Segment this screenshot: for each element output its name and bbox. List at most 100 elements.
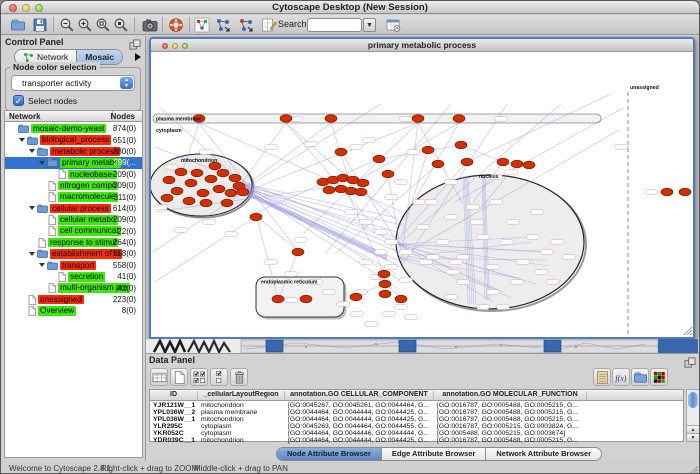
table-row[interactable]: YJR121W__1mitochondrion[GO:0045267, GO:0… — [150, 402, 683, 409]
tree-item-response-to-stimul[interactable]: response to stimul264(0) — [5, 237, 142, 248]
tree-item-cellular-process[interactable]: cellular process614(0) — [5, 203, 142, 214]
tree-item-biological-process[interactable]: biological_process651(0) — [5, 134, 142, 145]
float-panel-icon[interactable] — [129, 37, 141, 48]
network-node[interactable] — [161, 194, 173, 202]
network-node[interactable] — [183, 197, 195, 205]
network-node[interactable] — [300, 295, 312, 303]
disclosure-triangle-icon[interactable] — [39, 263, 45, 267]
table-row[interactable]: YKR052Ccytoplasm[GO:0044464, GO:0044446,… — [150, 430, 683, 437]
function-builder-icon[interactable]: f(x) — [612, 368, 630, 386]
attribute-grid-icon[interactable] — [150, 368, 168, 386]
scroll-down-button[interactable]: ▼ — [687, 433, 699, 441]
column-header[interactable]: annotation.GO CELLULAR_COMPONENT — [285, 391, 434, 400]
table-row[interactable]: YPL036W__1mitochondrion[GO:0044464, GO:0… — [150, 416, 683, 423]
minimize-button[interactable] — [22, 4, 30, 12]
tab-node-attribute-browser[interactable]: Node Attribute Browser — [277, 448, 381, 460]
network-node[interactable] — [523, 161, 535, 169]
network-node[interactable] — [171, 187, 183, 195]
tree-item-establishment-of-lo[interactable]: establishment of lo558(0) — [5, 248, 142, 259]
network-node[interactable] — [225, 189, 237, 197]
layout-selected-icon[interactable] — [237, 16, 255, 34]
save-session-icon[interactable] — [31, 16, 49, 34]
network-node[interactable] — [163, 176, 175, 184]
tree-header-nodes[interactable]: Nodes — [111, 112, 135, 121]
search-input[interactable] — [307, 18, 362, 32]
network-zoom-button[interactable] — [182, 43, 188, 49]
maximize-button[interactable] — [35, 4, 43, 12]
network-node[interactable] — [335, 148, 347, 156]
node-color-dropdown[interactable]: transporter activity ▲▼ — [11, 75, 135, 91]
network-node[interactable] — [197, 189, 209, 197]
import-attributes-icon[interactable] — [631, 368, 649, 386]
tab-overflow-arrow[interactable] — [135, 53, 141, 61]
heatmap-icon[interactable] — [650, 368, 668, 386]
column-header[interactable]: annotation.GO MOLECULAR_FUNCTION — [434, 391, 587, 400]
network-node[interactable] — [237, 188, 249, 196]
network-node[interactable] — [280, 115, 292, 123]
window-resize-grip[interactable] — [684, 327, 692, 335]
network-node[interactable] — [679, 188, 691, 196]
zoom-out-icon[interactable] — [58, 16, 76, 34]
network-node[interactable] — [453, 115, 465, 123]
network-node[interactable] — [455, 141, 467, 149]
snapshot-icon[interactable] — [141, 16, 159, 34]
network-node[interactable] — [175, 168, 187, 176]
network-node[interactable] — [350, 293, 362, 301]
network-node[interactable] — [292, 248, 304, 256]
network-node[interactable] — [213, 185, 225, 193]
column-header[interactable]: _cellularLayoutRegion — [198, 391, 285, 400]
new-network-icon[interactable] — [193, 16, 211, 34]
table-row[interactable]: YDR039C__1mitochondrion[GO:0044464, GO:0… — [150, 437, 683, 444]
tab-edge-attribute-browser[interactable]: Edge Attribute Browser — [381, 448, 485, 460]
table-row[interactable]: YPL036W__2plasma membrane[GO:0044464, GO… — [150, 409, 683, 416]
tree-item-nitrogen-compo[interactable]: nitrogen compo209(0) — [5, 180, 142, 191]
help-icon[interactable] — [167, 16, 185, 34]
disclosure-triangle-icon[interactable] — [29, 149, 35, 153]
select-nodes-checkbox[interactable]: ✓ — [13, 95, 24, 106]
scroll-up-button[interactable]: ▲ — [687, 425, 699, 433]
close-button[interactable] — [9, 4, 17, 12]
table-scrollbar[interactable]: ▲ ▼ — [686, 389, 700, 442]
network-node[interactable] — [379, 280, 391, 288]
tree-item-metabolic-process[interactable]: metabolic process280(0) — [5, 146, 142, 157]
network-node[interactable] — [422, 146, 434, 154]
disclosure-triangle-icon[interactable] — [29, 252, 35, 256]
tree-item-unassigned[interactable]: unassigned223(0) — [5, 294, 142, 305]
network-node[interactable] — [250, 213, 262, 221]
scrollbar-thumb[interactable] — [688, 392, 698, 408]
background-window-titlebar[interactable] — [266, 340, 283, 352]
network-node[interactable] — [395, 295, 407, 303]
background-window-titlebar[interactable] — [399, 340, 416, 352]
background-window-titlebar[interactable] — [544, 340, 561, 352]
disclosure-triangle-icon[interactable] — [19, 138, 25, 142]
tree-item-cellular-metabo[interactable]: cellular metabo209(0) — [5, 214, 142, 225]
network-node[interactable] — [497, 158, 509, 166]
network-node[interactable] — [661, 188, 673, 196]
tree-item-overview[interactable]: Overview8(0) — [5, 305, 142, 316]
network-node[interactable] — [325, 115, 337, 123]
zoom-selected-icon[interactable] — [94, 16, 112, 34]
network-node[interactable] — [357, 179, 369, 187]
network-node[interactable] — [229, 174, 241, 182]
new-attribute-icon[interactable] — [170, 368, 188, 386]
tab-network-attribute-browser[interactable]: Network Attribute Browser — [485, 448, 601, 460]
window-resize-grip[interactable] — [688, 464, 698, 474]
network-node[interactable] — [511, 160, 523, 168]
zoom-fit-icon[interactable] — [112, 16, 130, 34]
network-node[interactable] — [185, 179, 197, 187]
open-session-icon[interactable] — [9, 16, 27, 34]
network-node[interactable] — [205, 175, 217, 183]
delete-attribute-icon[interactable] — [230, 368, 248, 386]
network-node[interactable] — [191, 169, 203, 177]
tree-item-primary-metabo[interactable]: primary metabo209(... — [5, 157, 142, 168]
network-node[interactable] — [217, 169, 229, 177]
network-close-button[interactable] — [162, 43, 168, 49]
layout-network-icon[interactable] — [214, 16, 232, 34]
tree-item-cell-communicat[interactable]: cell communicat22(0) — [5, 226, 142, 237]
network-node[interactable] — [323, 186, 335, 194]
unselect-attributes-icon[interactable] — [210, 368, 228, 386]
network-node[interactable] — [378, 270, 390, 278]
table-row[interactable]: YLR295Ccytoplasm[GO:0045263, GO:0044464,… — [150, 423, 683, 430]
tree-item-macromolecule[interactable]: macromolecule311(0) — [5, 191, 142, 202]
network-canvas[interactable]: plasma membrane cytoplasm mitochondrion … — [151, 52, 693, 336]
